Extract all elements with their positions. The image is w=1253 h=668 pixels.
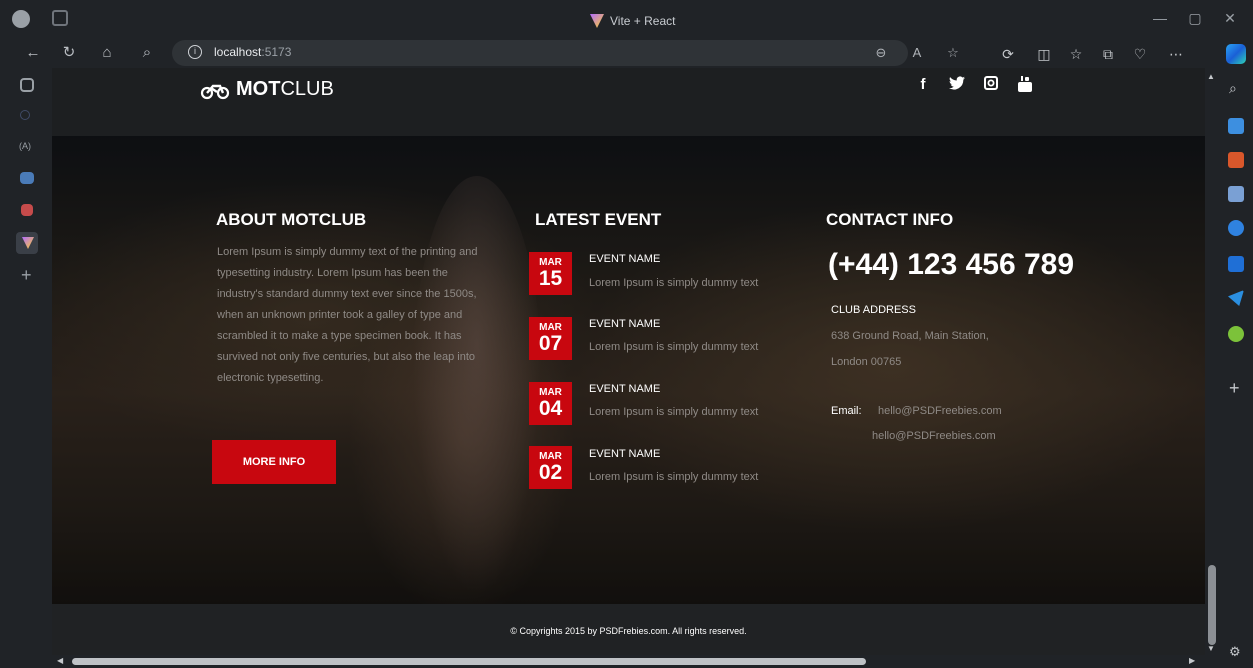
event-date-badge: MAR 04 [529, 382, 572, 425]
tab-title: Vite + React [610, 14, 676, 28]
profile-avatar[interactable] [12, 10, 30, 28]
more-menu-icon[interactable]: ⋯ [1166, 44, 1186, 64]
event-desc: Lorem Ipsum is simply dummy text [589, 341, 759, 353]
outlook-icon[interactable] [1228, 256, 1244, 272]
about-title: ABOUT MOTCLUB [216, 210, 367, 229]
url-text[interactable]: localhost:5173 [214, 45, 291, 59]
tree-icon[interactable] [1228, 326, 1244, 342]
event-desc: Lorem Ipsum is simply dummy text [589, 406, 759, 418]
browser-tab[interactable]: Vite + React [590, 12, 710, 30]
more-info-button[interactable]: MORE INFO [212, 440, 336, 484]
close-window-icon[interactable]: ✕ [1222, 10, 1238, 26]
logo-rest-text: CLUB [280, 78, 334, 100]
facebook-icon[interactable]: f [914, 76, 932, 94]
horizontal-scroll-thumb[interactable] [72, 658, 866, 665]
email-link[interactable]: hello@PSDFreebies.com [872, 430, 996, 442]
tab-list-icon[interactable] [20, 78, 34, 92]
scroll-right-icon[interactable]: ▶ [1189, 656, 1195, 665]
scroll-up-icon[interactable]: ▲ [1207, 72, 1215, 81]
refresh-icon[interactable]: ↻ [58, 42, 80, 64]
microsoft-365-icon[interactable] [1228, 220, 1244, 236]
youtube-tab-icon[interactable] [21, 204, 33, 216]
event-date-badge: MAR 15 [529, 252, 572, 295]
sidebar-search-icon[interactable]: ⌕ [1229, 80, 1237, 97]
favorites-icon[interactable]: ☆ [1066, 44, 1086, 64]
site-logo[interactable]: MOTCLUB [200, 78, 334, 101]
games-icon[interactable] [1228, 186, 1244, 202]
extensions-icon[interactable]: ⟳ [998, 44, 1018, 64]
browser-essentials-icon[interactable]: ♡ [1130, 44, 1150, 64]
home-icon[interactable]: ⌂ [96, 42, 118, 64]
read-aloud-icon[interactable]: A [908, 44, 926, 62]
event-name[interactable]: EVENT NAME [589, 318, 660, 330]
event-desc: Lorem Ipsum is simply dummy text [589, 471, 759, 483]
instagram-icon[interactable] [982, 76, 1000, 94]
tab-actions-icon[interactable] [52, 10, 68, 26]
restore-icon[interactable]: ▢ [1187, 10, 1203, 26]
scroll-left-icon[interactable]: ◀ [57, 656, 63, 665]
contact-title: CONTACT INFO [826, 210, 954, 229]
vite-logo-icon [590, 14, 604, 28]
back-icon[interactable]: ← [22, 42, 44, 64]
email-link[interactable]: hello@PSDFreebies.com [878, 405, 1002, 417]
event-name[interactable]: EVENT NAME [589, 448, 660, 460]
logo-bold-text: MOT [236, 78, 281, 100]
event-date-badge: MAR 02 [529, 446, 572, 489]
minimize-icon[interactable]: — [1152, 10, 1168, 26]
event-name[interactable]: EVENT NAME [589, 383, 660, 395]
copilot-icon[interactable] [1226, 44, 1246, 64]
address-line-1: 638 Ground Road, Main Station, [831, 330, 989, 342]
email-label: Email: [831, 405, 862, 417]
vertical-scroll-thumb[interactable] [1208, 565, 1216, 645]
phone-number[interactable]: (+44) 123 456 789 [828, 248, 1074, 282]
youtube-icon[interactable] [1016, 76, 1034, 94]
split-screen-icon[interactable]: ◫ [1034, 44, 1054, 64]
search-icon[interactable]: ⌕ [136, 42, 158, 64]
address-line-2: London 00765 [831, 356, 902, 368]
translate-icon[interactable]: (A) [19, 141, 31, 151]
motorcycle-icon [200, 84, 230, 99]
sidebar-settings-icon[interactable]: ⚙ [1229, 644, 1241, 660]
folder-icon[interactable] [20, 172, 34, 184]
event-name[interactable]: EVENT NAME [589, 253, 660, 265]
left-sidebar [0, 68, 52, 668]
favorite-star-icon[interactable]: ☆ [944, 44, 962, 62]
events-title: LATEST EVENT [535, 210, 662, 229]
about-text: Lorem Ipsum is simply dummy text of the … [217, 246, 478, 384]
event-desc: Lorem Ipsum is simply dummy text [589, 277, 759, 289]
collections-icon[interactable]: ⧉ [1098, 44, 1118, 64]
twitter-icon[interactable] [948, 76, 966, 94]
club-address-label: CLUB ADDRESS [831, 304, 916, 316]
scroll-down-icon[interactable]: ▼ [1207, 644, 1215, 653]
site-info-icon[interactable]: i [188, 45, 202, 59]
tools-icon[interactable] [1228, 152, 1244, 168]
new-tab-icon[interactable]: + [21, 266, 32, 284]
shopping-icon[interactable] [1228, 118, 1244, 134]
page-viewport: MOTCLUB f ABOUT MOTCLUB Lorem Ipsum is s… [52, 68, 1205, 655]
event-date-badge: MAR 07 [529, 317, 572, 360]
copyright-text: © Copyrights 2015 by PSDFrebies.com. All… [510, 626, 747, 636]
search-sidebar-icon[interactable] [20, 110, 30, 120]
zoom-icon[interactable]: ⊖ [872, 44, 890, 62]
add-sidebar-app-icon[interactable]: + [1229, 378, 1240, 399]
